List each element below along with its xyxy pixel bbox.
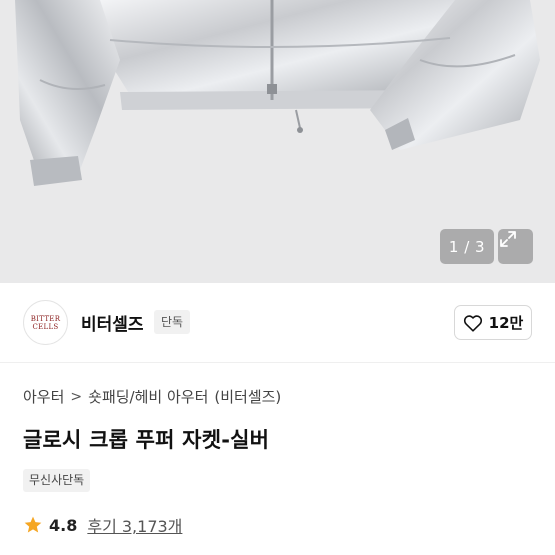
image-pager-text: 1 / 3: [448, 237, 486, 256]
rating-row: 4.8 후기 3,173개: [23, 513, 182, 537]
breadcrumb-subcategory[interactable]: 숏패딩/헤비 아우터: [88, 386, 208, 407]
brand-logo-line1: BITTER: [30, 314, 61, 323]
product-image-gallery[interactable]: 1 / 3: [0, 0, 555, 283]
expand-button[interactable]: [498, 229, 533, 264]
brand-row: BITTER CELLS 비터셀즈 단독 12만: [0, 283, 555, 363]
star-icon: [24, 516, 42, 533]
chevron-right-icon: >: [70, 388, 83, 405]
expand-icon: [500, 231, 516, 247]
reviews-link[interactable]: 후기 3,173개: [87, 513, 182, 537]
rating-value: 4.8: [49, 515, 78, 535]
brand-logo-line2: CELLS: [32, 322, 59, 331]
breadcrumb: 아우터 > 숏패딩/헤비 아우터 (비터셀즈): [23, 386, 281, 407]
like-count: 12만: [488, 314, 524, 332]
heart-outline-icon: [463, 314, 482, 332]
brand-exclusive-badge: 단독: [154, 310, 191, 334]
image-pager: 1 / 3: [440, 229, 494, 264]
breadcrumb-category[interactable]: 아우터: [23, 386, 64, 407]
breadcrumb-brand[interactable]: (비터셀즈): [214, 386, 281, 407]
brand-logo[interactable]: BITTER CELLS: [23, 300, 68, 345]
product-title: 글로시 크롭 푸퍼 자켓-실버: [23, 428, 270, 452]
brand-name[interactable]: 비터셀즈: [81, 310, 144, 335]
like-button[interactable]: 12만: [454, 305, 532, 340]
exclusive-badge: 무신사단독: [23, 469, 91, 492]
